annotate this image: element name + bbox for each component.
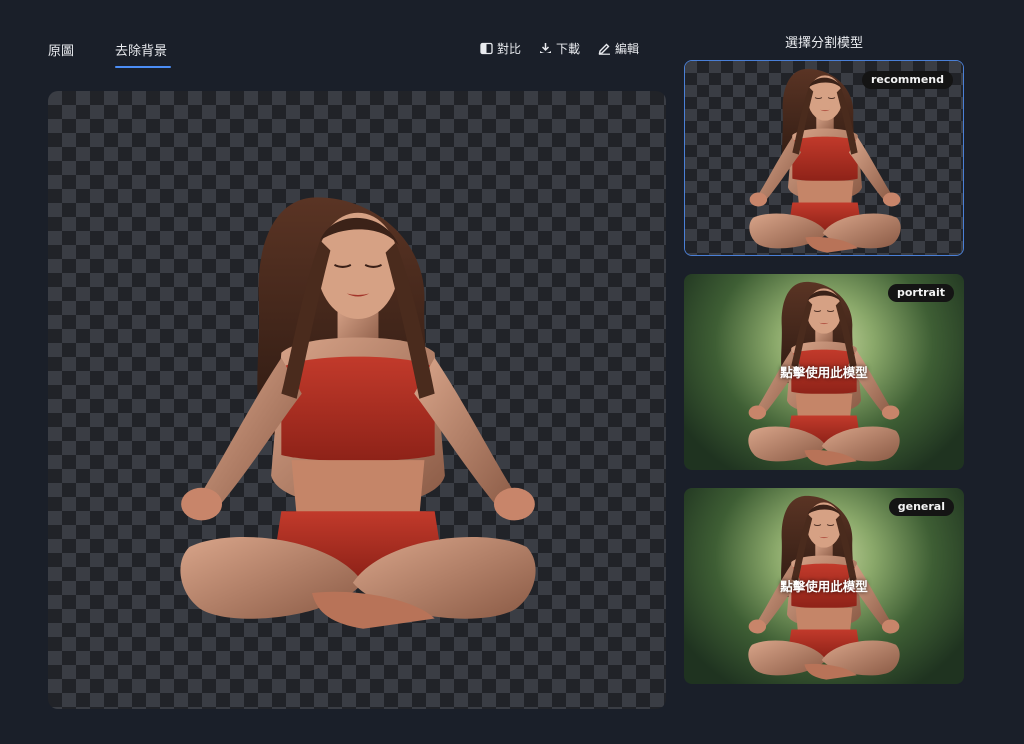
edit-button[interactable]: 編輯 (598, 40, 639, 57)
download-icon (539, 42, 552, 55)
compare-button[interactable]: 對比 (480, 40, 521, 57)
model-thumbnail (685, 61, 963, 255)
edit-label: 編輯 (615, 42, 640, 56)
edit-icon (598, 42, 611, 55)
model-thumbnail-image (748, 68, 902, 254)
model-card-general[interactable]: general 點擊使用此模型 (684, 488, 964, 684)
compare-icon (480, 42, 493, 55)
tab-remove-background[interactable]: 去除背景 (115, 40, 167, 59)
model-name-badge: recommend (861, 71, 953, 89)
toolbar: 對比 下載 編輯 (480, 40, 639, 57)
subject-cutout-image (179, 196, 537, 630)
model-panel-title: 選擇分割模型 (784, 36, 863, 51)
active-tab-indicator (115, 66, 171, 68)
compare-label: 對比 (497, 42, 522, 56)
tab-original[interactable]: 原圖 (48, 40, 74, 59)
model-name-badge: general (888, 498, 954, 516)
download-button[interactable]: 下載 (539, 40, 580, 57)
model-card-recommend[interactable]: recommend (684, 60, 964, 256)
download-label: 下載 (556, 42, 581, 56)
use-model-hint: 點擊使用此模型 (780, 365, 868, 380)
result-preview (48, 91, 666, 709)
model-name-badge: portrait (888, 284, 954, 302)
use-model-hint: 點擊使用此模型 (780, 579, 868, 594)
model-card-portrait[interactable]: portrait 點擊使用此模型 (684, 274, 964, 470)
